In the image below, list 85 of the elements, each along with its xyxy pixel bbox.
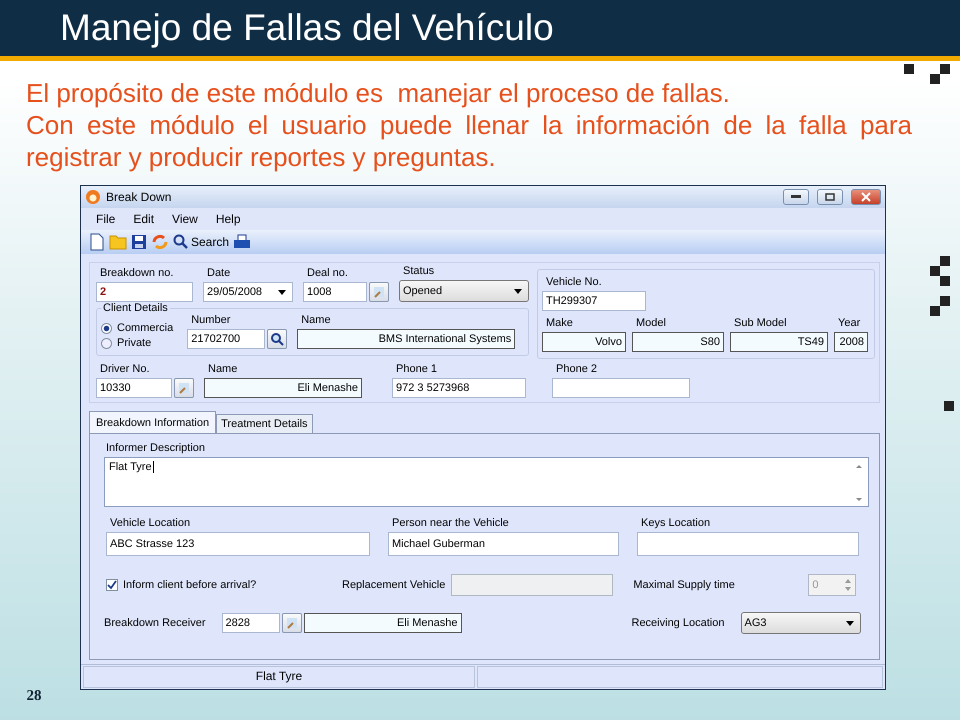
status-text: Flat Tyre <box>83 666 475 688</box>
group-title: Client Details <box>101 302 170 314</box>
radio-option[interactable]: Commercia <box>101 322 174 334</box>
slide-title: Manejo de Fallas del Vehículo <box>60 7 554 49</box>
location-field[interactable]: ABC Strasse 123 <box>106 532 370 556</box>
menu-item[interactable]: File <box>87 212 124 226</box>
field-label: Name <box>208 363 238 375</box>
field-label: Name <box>301 314 332 326</box>
location-field[interactable]: Michael Guberman <box>388 532 619 556</box>
menu-item[interactable]: Help <box>206 212 250 226</box>
search-button[interactable] <box>267 329 288 349</box>
field-label: Make <box>546 317 574 329</box>
new-document-icon[interactable] <box>89 233 105 251</box>
deal-number-field[interactable]: 1008 <box>303 282 367 302</box>
date-picker[interactable]: 29/05/2008 <box>203 282 293 302</box>
caret-icon <box>278 290 286 294</box>
lookup-button[interactable] <box>282 613 302 633</box>
search-icon <box>270 332 284 346</box>
maximize-button[interactable] <box>817 189 843 205</box>
receiver-number-field[interactable]: 2828 <box>222 613 280 633</box>
lookup-icon <box>284 616 298 630</box>
field-label: Receiving Location <box>632 617 726 629</box>
field-label: Driver No. <box>100 363 151 375</box>
close-button[interactable] <box>851 189 881 205</box>
inform-client-checkbox[interactable]: Inform client before arrival? <box>106 579 342 591</box>
field-label: Vehicle Location <box>110 517 192 529</box>
lookup-icon <box>177 381 191 395</box>
phone-field[interactable] <box>552 378 690 398</box>
intro-text: Con este módulo el usuario puede llenar la información de la falla para registrar y producir reportes y preguntas. <box>26 109 912 173</box>
field-label: Person near the Vehicle <box>392 517 510 529</box>
tab[interactable]: Breakdown Information <box>89 411 216 433</box>
app-icon <box>85 189 101 205</box>
caret-icon <box>514 288 522 294</box>
tab[interactable]: Treatment Details <box>216 414 313 433</box>
receiving-location-dropdown[interactable]: AG3 <box>740 612 860 634</box>
radio-option[interactable]: Private <box>101 337 174 349</box>
save-icon[interactable] <box>131 234 147 250</box>
lookup-button[interactable] <box>369 282 389 302</box>
field-label: Model <box>636 317 667 329</box>
breakdown-number-field[interactable]: 2 <box>96 282 193 302</box>
field-label: Number <box>191 314 232 326</box>
close-icon <box>861 192 871 202</box>
printer-icon[interactable] <box>233 234 252 250</box>
description-field[interactable]: Flat Tyre <box>104 457 869 507</box>
field-label: Status <box>403 265 436 277</box>
field-label: Keys Location <box>641 517 712 529</box>
field-label: Sub Model <box>734 317 788 329</box>
checkmark-icon <box>107 580 117 590</box>
field-label: Maximal Supply time <box>633 579 736 591</box>
menu-item[interactable]: Edit <box>124 212 164 226</box>
maximize-icon <box>825 193 835 201</box>
intro-text: El propósito de este módulo es manejar el proceso de fallas. <box>26 77 731 109</box>
search-button[interactable]: Search <box>173 234 230 250</box>
field-label: Informer Description <box>106 442 206 454</box>
vehicle-field[interactable]: TS49 <box>730 332 828 352</box>
receiver-name-field[interactable]: Eli Menashe <box>304 613 462 633</box>
field-label: Breakdown Receiver <box>104 617 206 629</box>
field-label: Vehicle No. <box>546 276 603 288</box>
driver-number-field[interactable]: 10330 <box>96 378 172 398</box>
field-label: Deal no. <box>307 267 349 279</box>
minimize-icon <box>791 195 801 199</box>
field-label: Breakdown no. <box>100 267 174 279</box>
field-label: Date <box>207 267 232 279</box>
vehicle-number-field[interactable]: TH299307 <box>542 291 646 311</box>
minimize-button[interactable] <box>783 189 809 205</box>
field-label: Replacement Vehicle <box>342 579 446 591</box>
menu-item[interactable]: View <box>163 212 207 226</box>
field-label: Phone 1 <box>396 363 438 375</box>
page-number: 28 <box>26 688 42 705</box>
client-number-field[interactable]: 21702700 <box>187 329 266 349</box>
vehicle-field[interactable]: Volvo <box>542 332 626 352</box>
caret-icon <box>846 620 854 626</box>
window-title: Break Down <box>106 190 172 204</box>
phone-field[interactable]: 972 3 5273968 <box>392 378 526 398</box>
status-dropdown[interactable]: Opened <box>399 280 529 302</box>
vehicle-field[interactable]: S80 <box>632 332 724 352</box>
client-name-field[interactable]: BMS International Systems <box>297 329 516 349</box>
driver-name-field[interactable]: Eli Menashe <box>204 378 362 398</box>
field-label: Year <box>838 317 862 329</box>
lookup-button[interactable] <box>174 378 194 398</box>
lookup-icon <box>372 285 386 299</box>
field-label: Phone 2 <box>556 363 598 375</box>
search-icon <box>173 234 189 250</box>
location-field[interactable] <box>637 532 859 556</box>
vehicle-field[interactable]: 2008 <box>834 332 868 352</box>
